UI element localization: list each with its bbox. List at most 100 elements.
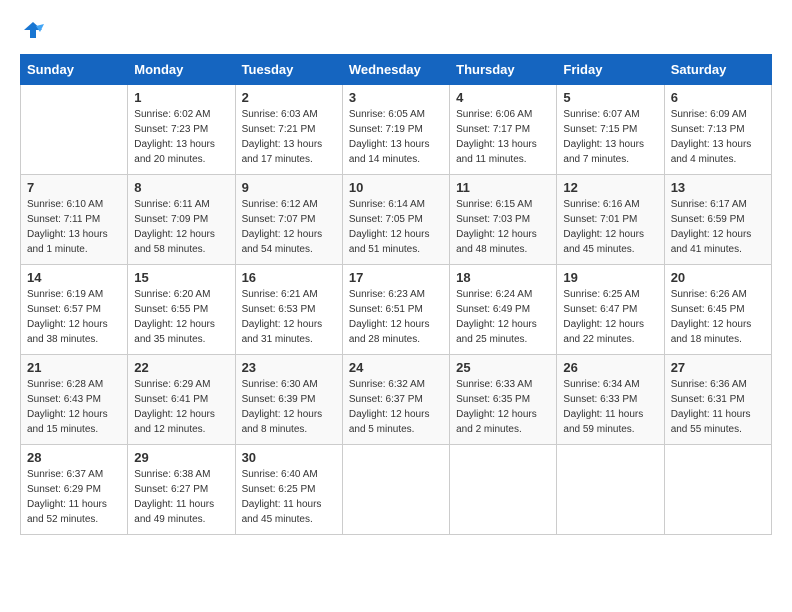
day-info: Sunrise: 6:11 AM Sunset: 7:09 PM Dayligh… bbox=[134, 197, 228, 257]
column-header-sunday: Sunday bbox=[21, 55, 128, 85]
day-info: Sunrise: 6:06 AM Sunset: 7:17 PM Dayligh… bbox=[456, 107, 550, 167]
column-header-saturday: Saturday bbox=[664, 55, 771, 85]
day-info: Sunrise: 6:09 AM Sunset: 7:13 PM Dayligh… bbox=[671, 107, 765, 167]
calendar-cell: 11 Sunrise: 6:15 AM Sunset: 7:03 PM Dayli… bbox=[450, 175, 557, 265]
calendar-cell bbox=[664, 445, 771, 535]
day-number: 9 bbox=[242, 180, 336, 195]
day-number: 20 bbox=[671, 270, 765, 285]
calendar-cell: 5Sunrise: 6:07 AM Sunset: 7:15 PM Daylig… bbox=[557, 85, 664, 175]
calendar-cell: 24Sunrise: 6:32 AM Sunset: 6:37 PM Dayli… bbox=[342, 355, 449, 445]
day-number: 6 bbox=[671, 90, 765, 105]
calendar-cell: 25 Sunrise: 6:33 AM Sunset: 6:35 PM Dayli… bbox=[450, 355, 557, 445]
calendar-cell: 2 Sunrise: 6:03 AM Sunset: 7:21 PM Daylig… bbox=[235, 85, 342, 175]
page-header bbox=[20, 20, 772, 38]
day-number: 26 bbox=[563, 360, 657, 375]
logo bbox=[20, 20, 44, 38]
day-info: Sunrise: 6:24 AM Sunset: 6:49 PM Dayligh… bbox=[456, 287, 550, 347]
day-info: Sunrise: 6:14 AM Sunset: 7:05 PM Dayligh… bbox=[349, 197, 443, 257]
day-number: 11 bbox=[456, 180, 550, 195]
calendar-cell: 28Sunrise: 6:37 AM Sunset: 6:29 PM Dayli… bbox=[21, 445, 128, 535]
calendar-cell bbox=[21, 85, 128, 175]
calendar-cell: 3 Sunrise: 6:05 AM Sunset: 7:19 PM Daylig… bbox=[342, 85, 449, 175]
calendar-cell: 10 Sunrise: 6:14 AM Sunset: 7:05 PM Dayli… bbox=[342, 175, 449, 265]
calendar-cell: 27Sunrise: 6:36 AM Sunset: 6:31 PM Dayli… bbox=[664, 355, 771, 445]
day-info: Sunrise: 6:40 AM Sunset: 6:25 PM Dayligh… bbox=[242, 467, 336, 527]
day-info: Sunrise: 6:34 AM Sunset: 6:33 PM Dayligh… bbox=[563, 377, 657, 437]
day-info: Sunrise: 6:02 AM Sunset: 7:23 PM Dayligh… bbox=[134, 107, 228, 167]
day-number: 7 bbox=[27, 180, 121, 195]
day-info: Sunrise: 6:30 AM Sunset: 6:39 PM Dayligh… bbox=[242, 377, 336, 437]
day-number: 5 bbox=[563, 90, 657, 105]
day-info: Sunrise: 6:38 AM Sunset: 6:27 PM Dayligh… bbox=[134, 467, 228, 527]
calendar-cell: 19 Sunrise: 6:25 AM Sunset: 6:47 PM Dayli… bbox=[557, 265, 664, 355]
day-number: 16 bbox=[242, 270, 336, 285]
day-info: Sunrise: 6:21 AM Sunset: 6:53 PM Dayligh… bbox=[242, 287, 336, 347]
day-info: Sunrise: 6:25 AM Sunset: 6:47 PM Dayligh… bbox=[563, 287, 657, 347]
day-number: 12 bbox=[563, 180, 657, 195]
day-info: Sunrise: 6:23 AM Sunset: 6:51 PM Dayligh… bbox=[349, 287, 443, 347]
day-number: 4 bbox=[456, 90, 550, 105]
calendar-cell: 18Sunrise: 6:24 AM Sunset: 6:49 PM Dayli… bbox=[450, 265, 557, 355]
day-info: Sunrise: 6:26 AM Sunset: 6:45 PM Dayligh… bbox=[671, 287, 765, 347]
calendar-cell: 14Sunrise: 6:19 AM Sunset: 6:57 PM Dayli… bbox=[21, 265, 128, 355]
column-header-thursday: Thursday bbox=[450, 55, 557, 85]
day-info: Sunrise: 6:29 AM Sunset: 6:41 PM Dayligh… bbox=[134, 377, 228, 437]
calendar-cell: 15Sunrise: 6:20 AM Sunset: 6:55 PM Dayli… bbox=[128, 265, 235, 355]
day-number: 8 bbox=[134, 180, 228, 195]
column-header-monday: Monday bbox=[128, 55, 235, 85]
calendar-week-row: 1 Sunrise: 6:02 AM Sunset: 7:23 PM Daylig… bbox=[21, 85, 772, 175]
day-number: 28 bbox=[27, 450, 121, 465]
day-number: 24 bbox=[349, 360, 443, 375]
day-info: Sunrise: 6:03 AM Sunset: 7:21 PM Dayligh… bbox=[242, 107, 336, 167]
day-info: Sunrise: 6:20 AM Sunset: 6:55 PM Dayligh… bbox=[134, 287, 228, 347]
day-number: 2 bbox=[242, 90, 336, 105]
calendar-cell: 12 Sunrise: 6:16 AM Sunset: 7:01 PM Dayli… bbox=[557, 175, 664, 265]
calendar-table: SundayMondayTuesdayWednesdayThursdayFrid… bbox=[20, 54, 772, 535]
day-info: Sunrise: 6:28 AM Sunset: 6:43 PM Dayligh… bbox=[27, 377, 121, 437]
calendar-cell bbox=[450, 445, 557, 535]
calendar-week-row: 21 Sunrise: 6:28 AM Sunset: 6:43 PM Dayli… bbox=[21, 355, 772, 445]
calendar-cell: 6 Sunrise: 6:09 AM Sunset: 7:13 PM Daylig… bbox=[664, 85, 771, 175]
day-number: 29 bbox=[134, 450, 228, 465]
day-info: Sunrise: 6:12 AM Sunset: 7:07 PM Dayligh… bbox=[242, 197, 336, 257]
calendar-header-row: SundayMondayTuesdayWednesdayThursdayFrid… bbox=[21, 55, 772, 85]
calendar-cell: 17 Sunrise: 6:23 AM Sunset: 6:51 PM Dayli… bbox=[342, 265, 449, 355]
calendar-cell: 16 Sunrise: 6:21 AM Sunset: 6:53 PM Dayli… bbox=[235, 265, 342, 355]
calendar-cell: 8 Sunrise: 6:11 AM Sunset: 7:09 PM Daylig… bbox=[128, 175, 235, 265]
day-info: Sunrise: 6:33 AM Sunset: 6:35 PM Dayligh… bbox=[456, 377, 550, 437]
day-number: 22 bbox=[134, 360, 228, 375]
day-number: 25 bbox=[456, 360, 550, 375]
calendar-cell: 23 Sunrise: 6:30 AM Sunset: 6:39 PM Dayli… bbox=[235, 355, 342, 445]
day-info: Sunrise: 6:05 AM Sunset: 7:19 PM Dayligh… bbox=[349, 107, 443, 167]
column-header-wednesday: Wednesday bbox=[342, 55, 449, 85]
day-number: 27 bbox=[671, 360, 765, 375]
day-number: 10 bbox=[349, 180, 443, 195]
day-number: 3 bbox=[349, 90, 443, 105]
calendar-week-row: 7Sunrise: 6:10 AM Sunset: 7:11 PM Daylig… bbox=[21, 175, 772, 265]
calendar-cell: 26 Sunrise: 6:34 AM Sunset: 6:33 PM Dayli… bbox=[557, 355, 664, 445]
column-header-tuesday: Tuesday bbox=[235, 55, 342, 85]
day-info: Sunrise: 6:19 AM Sunset: 6:57 PM Dayligh… bbox=[27, 287, 121, 347]
logo-bird-icon bbox=[22, 20, 44, 42]
calendar-week-row: 28Sunrise: 6:37 AM Sunset: 6:29 PM Dayli… bbox=[21, 445, 772, 535]
calendar-cell: 29 Sunrise: 6:38 AM Sunset: 6:27 PM Dayli… bbox=[128, 445, 235, 535]
day-number: 17 bbox=[349, 270, 443, 285]
day-info: Sunrise: 6:17 AM Sunset: 6:59 PM Dayligh… bbox=[671, 197, 765, 257]
calendar-cell: 1 Sunrise: 6:02 AM Sunset: 7:23 PM Daylig… bbox=[128, 85, 235, 175]
calendar-cell: 13 Sunrise: 6:17 AM Sunset: 6:59 PM Dayli… bbox=[664, 175, 771, 265]
calendar-cell: 9 Sunrise: 6:12 AM Sunset: 7:07 PM Daylig… bbox=[235, 175, 342, 265]
calendar-cell bbox=[342, 445, 449, 535]
day-info: Sunrise: 6:16 AM Sunset: 7:01 PM Dayligh… bbox=[563, 197, 657, 257]
calendar-cell: 21 Sunrise: 6:28 AM Sunset: 6:43 PM Dayli… bbox=[21, 355, 128, 445]
calendar-cell: 30Sunrise: 6:40 AM Sunset: 6:25 PM Dayli… bbox=[235, 445, 342, 535]
column-header-friday: Friday bbox=[557, 55, 664, 85]
day-number: 13 bbox=[671, 180, 765, 195]
day-number: 1 bbox=[134, 90, 228, 105]
calendar-week-row: 14Sunrise: 6:19 AM Sunset: 6:57 PM Dayli… bbox=[21, 265, 772, 355]
calendar-cell: 22 Sunrise: 6:29 AM Sunset: 6:41 PM Dayli… bbox=[128, 355, 235, 445]
day-number: 23 bbox=[242, 360, 336, 375]
day-info: Sunrise: 6:15 AM Sunset: 7:03 PM Dayligh… bbox=[456, 197, 550, 257]
day-number: 21 bbox=[27, 360, 121, 375]
day-number: 19 bbox=[563, 270, 657, 285]
calendar-cell: 7Sunrise: 6:10 AM Sunset: 7:11 PM Daylig… bbox=[21, 175, 128, 265]
